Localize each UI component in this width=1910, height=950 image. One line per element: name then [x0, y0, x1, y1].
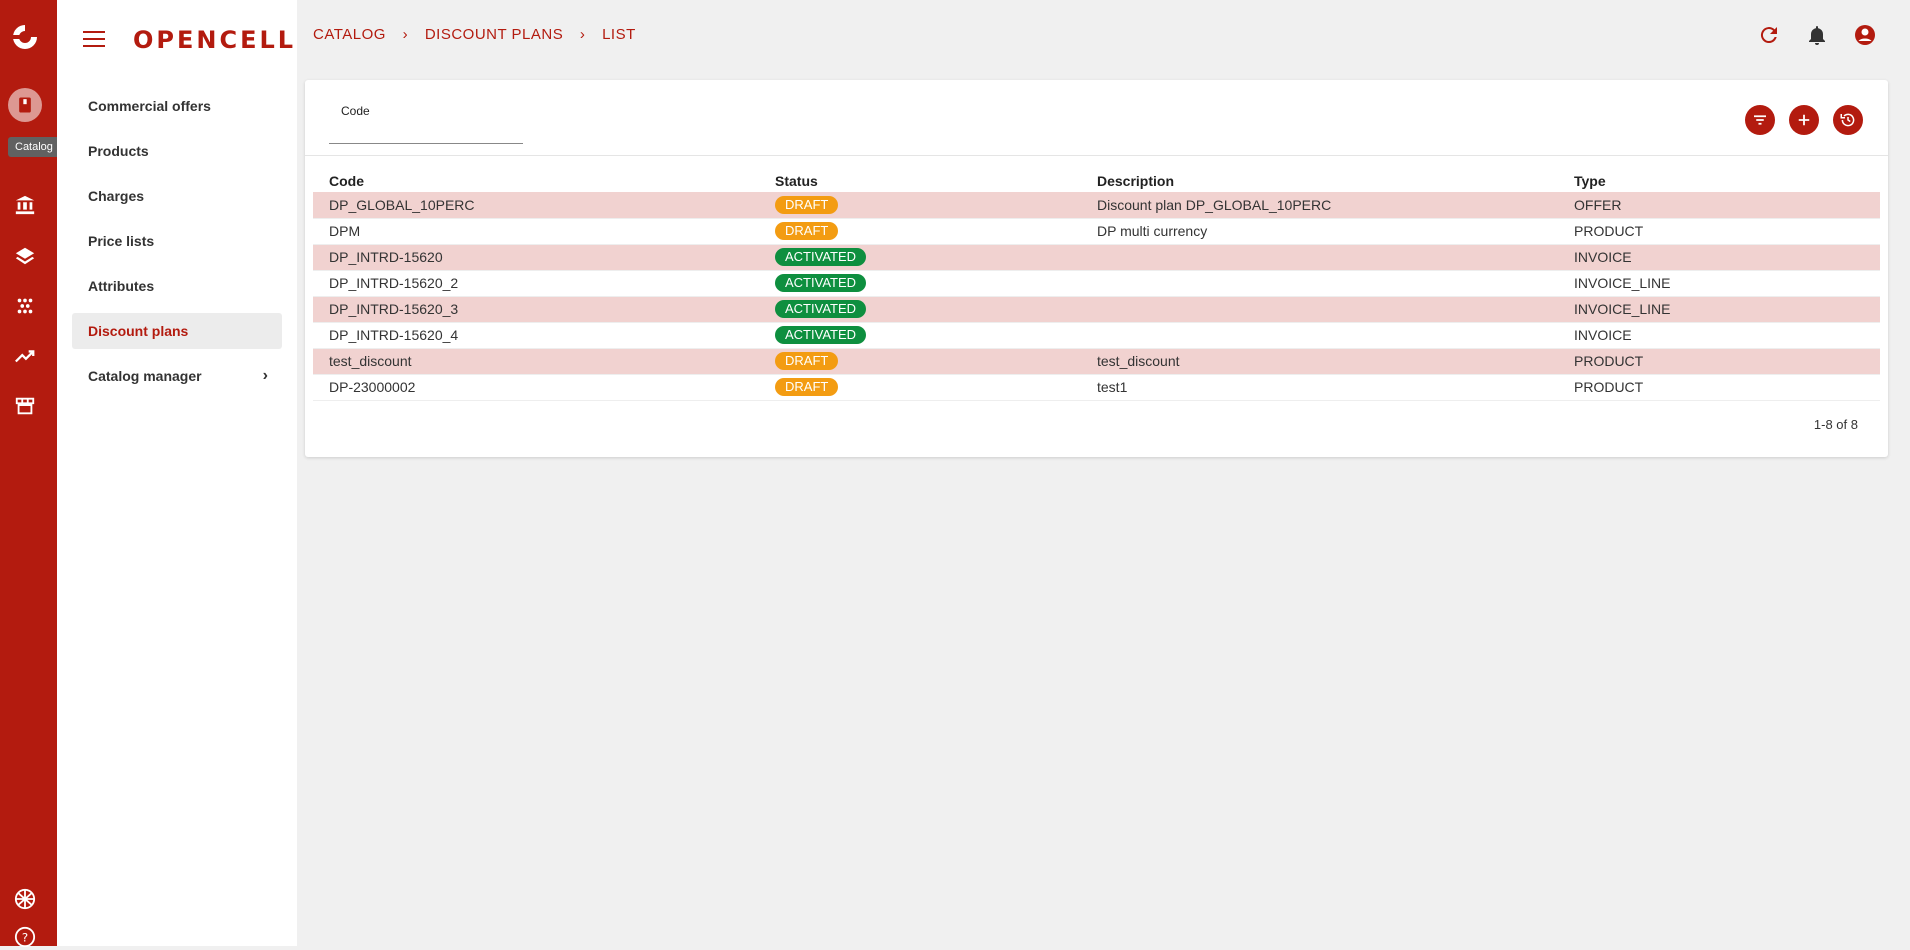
cell-type: INVOICE_LINE [1558, 270, 1880, 297]
filter-button[interactable] [1745, 105, 1775, 135]
status-badge: ACTIVATED [775, 300, 867, 318]
sidebar-item-discount-plans[interactable]: Discount plans [72, 313, 282, 349]
status-badge: ACTIVATED [775, 248, 867, 266]
cell-type: INVOICE [1558, 322, 1880, 349]
pagination-info: 1-8 of 8 [1813, 417, 1858, 432]
store-icon[interactable] [12, 393, 38, 419]
breadcrumb-catalog[interactable]: CATALOG [313, 26, 386, 43]
cell-description: test1 [1081, 374, 1558, 401]
svg-text:?: ? [22, 931, 28, 945]
column-header-code[interactable]: Code [313, 170, 759, 192]
cell-code: DP_INTRD-15620_2 [313, 270, 759, 297]
cell-type: INVOICE [1558, 244, 1880, 271]
brand-row: OPENCELL [57, 0, 297, 76]
cell-status: ACTIVATED [759, 322, 1081, 349]
brand-logo[interactable]: OPENCELL [133, 26, 296, 54]
menu-toggle-icon[interactable] [83, 31, 105, 47]
cell-status: ACTIVATED [759, 244, 1081, 271]
discount-plans-table: Code Status Description Type DP_GLOBAL_1… [313, 170, 1880, 401]
cell-status: DRAFT [759, 218, 1081, 245]
status-badge: ACTIVATED [775, 326, 867, 344]
opencell-logo-icon[interactable] [10, 22, 40, 52]
discount-plans-card: Code Code Status Description Type DP_GLO… [305, 80, 1888, 457]
cell-code: DP_INTRD-15620_3 [313, 296, 759, 323]
cell-code: DP_INTRD-15620_4 [313, 322, 759, 349]
sidebar-menu: Commercial offers Products Charges Price… [72, 88, 282, 403]
code-filter-input[interactable] [329, 118, 523, 141]
cell-type: INVOICE_LINE [1558, 296, 1880, 323]
cell-description [1081, 244, 1558, 271]
top-header: CATALOG › DISCOUNT PLANS › LIST [297, 0, 1910, 72]
table-row[interactable]: DP_GLOBAL_10PERC DRAFT Discount plan DP_… [313, 192, 1880, 219]
breadcrumb-discount-plans[interactable]: DISCOUNT PLANS [425, 26, 563, 43]
status-badge: DRAFT [775, 378, 839, 396]
notifications-bell-icon[interactable] [1805, 23, 1829, 47]
card-divider [305, 155, 1888, 156]
cell-description [1081, 296, 1558, 323]
history-button[interactable] [1833, 105, 1863, 135]
table-row[interactable]: DP_INTRD-15620 ACTIVATED INVOICE [313, 244, 1880, 271]
breadcrumb-separator-icon: › [579, 26, 586, 43]
cell-code: DP-23000002 [313, 374, 759, 401]
column-header-description[interactable]: Description [1081, 170, 1558, 192]
cell-code: test_discount [313, 348, 759, 375]
layers-icon[interactable] [12, 243, 38, 269]
status-badge: DRAFT [775, 352, 839, 370]
bank-icon[interactable] [12, 192, 38, 218]
app-rail: Catalog ? [0, 0, 60, 948]
sidebar-item-catalog-manager[interactable]: Catalog manager › [72, 358, 282, 394]
catalog-sidebar: OPENCELL Commercial offers Products Char… [57, 0, 297, 946]
cell-status: DRAFT [759, 374, 1081, 401]
cell-status: DRAFT [759, 192, 1081, 219]
cell-description: DP multi currency [1081, 218, 1558, 245]
sidebar-item-attributes[interactable]: Attributes [72, 268, 282, 304]
table-row[interactable]: test_discount DRAFT test_discount PRODUC… [313, 348, 1880, 375]
cell-status: DRAFT [759, 348, 1081, 375]
account-circle-icon[interactable] [1853, 23, 1877, 47]
chevron-right-icon: › [262, 367, 268, 384]
breadcrumb-separator-icon: › [402, 26, 409, 43]
cell-description [1081, 270, 1558, 297]
table-row[interactable]: DP_INTRD-15620_2 ACTIVATED INVOICE_LINE [313, 270, 1880, 297]
cell-description: test_discount [1081, 348, 1558, 375]
cell-code: DPM [313, 218, 759, 245]
status-badge: DRAFT [775, 195, 839, 214]
cell-type: PRODUCT [1558, 374, 1880, 401]
table-row[interactable]: DP_INTRD-15620_4 ACTIVATED INVOICE [313, 322, 1880, 349]
cell-code: DP_GLOBAL_10PERC [313, 192, 759, 219]
sidebar-item-price-lists[interactable]: Price lists [72, 223, 282, 259]
cell-code: DP_INTRD-15620 [313, 244, 759, 271]
breadcrumb-list: LIST [602, 26, 636, 43]
sidebar-item-charges[interactable]: Charges [72, 178, 282, 214]
trending-up-icon[interactable] [12, 343, 38, 369]
cell-status: ACTIVATED [759, 270, 1081, 297]
code-filter-label: Code [341, 104, 370, 118]
cell-type: PRODUCT [1558, 348, 1880, 375]
table-row[interactable]: DP_INTRD-15620_3 ACTIVATED INVOICE_LINE [313, 296, 1880, 323]
refresh-icon[interactable] [1757, 23, 1781, 47]
add-button[interactable] [1789, 105, 1819, 135]
cell-description [1081, 322, 1558, 349]
cell-description: Discount plan DP_GLOBAL_10PERC [1081, 192, 1558, 219]
table-row[interactable]: DPM DRAFT DP multi currency PRODUCT [313, 218, 1880, 245]
sidebar-item-label: Catalog manager [88, 368, 202, 384]
table-row[interactable]: DP-23000002 DRAFT test1 PRODUCT [313, 374, 1880, 401]
cell-type: OFFER [1558, 192, 1880, 219]
column-header-type[interactable]: Type [1558, 170, 1880, 192]
table-header-row: Code Status Description Type [313, 170, 1880, 192]
cell-type: PRODUCT [1558, 218, 1880, 245]
grid-dots-icon[interactable] [12, 293, 38, 319]
help-icon[interactable]: ? [12, 924, 38, 950]
breadcrumb: CATALOG › DISCOUNT PLANS › LIST [313, 26, 636, 43]
code-filter: Code [329, 104, 523, 144]
sidebar-item-commercial-offers[interactable]: Commercial offers [72, 88, 282, 124]
status-badge: ACTIVATED [775, 274, 867, 292]
catalog-icon[interactable] [8, 88, 42, 122]
cell-status: ACTIVATED [759, 296, 1081, 323]
column-header-status[interactable]: Status [759, 170, 1081, 192]
rail-tooltip: Catalog [8, 137, 60, 157]
status-badge: DRAFT [775, 222, 839, 240]
sidebar-item-products[interactable]: Products [72, 133, 282, 169]
language-flag-icon[interactable] [12, 886, 38, 912]
